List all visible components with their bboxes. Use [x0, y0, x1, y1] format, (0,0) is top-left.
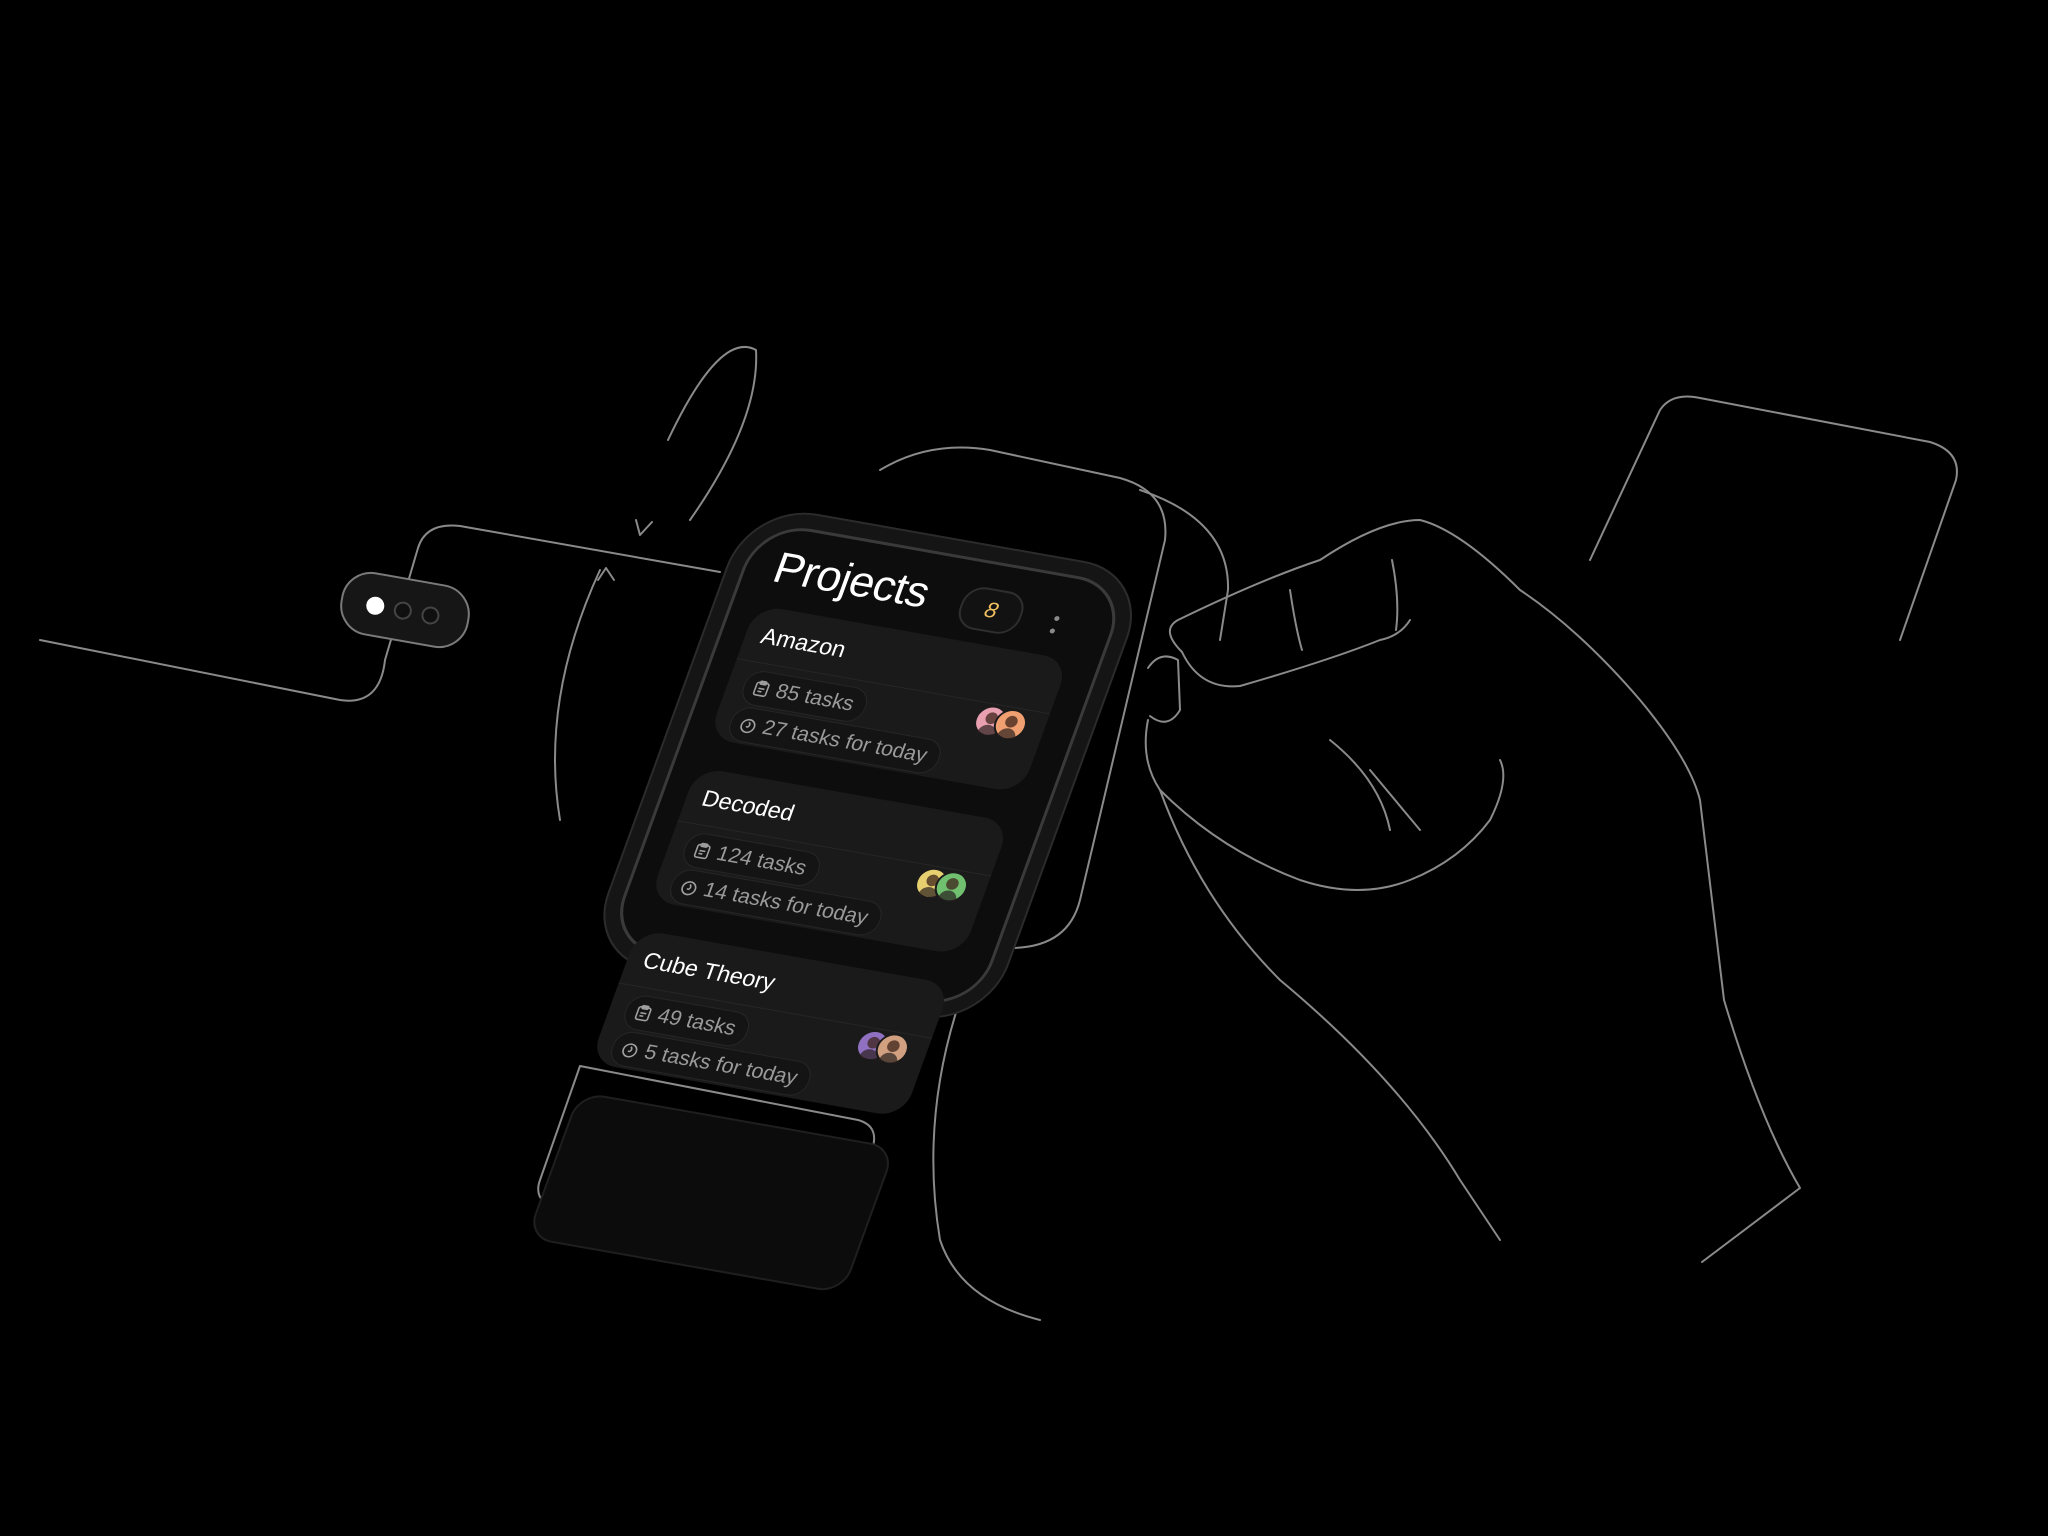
- clipboard-icon: [693, 842, 711, 860]
- project-count-badge: 8: [952, 584, 1030, 637]
- digital-crown: [1147, 655, 1181, 723]
- task-count: 49 tasks: [654, 1004, 740, 1040]
- timer-flame-icon: [740, 718, 756, 734]
- task-count: 85 tasks: [772, 679, 858, 716]
- page-dot[interactable]: [392, 600, 414, 622]
- clipboard-icon: [634, 1004, 652, 1022]
- page-title: Projects: [766, 543, 937, 618]
- hand-palm: [1159, 789, 1501, 1241]
- timer-flame-icon: [622, 1043, 638, 1058]
- right-panel-outline: [1589, 395, 1958, 641]
- rotate-arrow-arc: [667, 345, 758, 521]
- strap-lower-right: [932, 999, 1041, 1321]
- rotate-arrow-arc-2: [554, 569, 601, 821]
- today-count: 5 tasks for today: [641, 1040, 801, 1090]
- rotate-arrow-head: [635, 519, 653, 536]
- project-name: Decoded: [698, 784, 799, 826]
- more-vertical-icon[interactable]: [1046, 615, 1063, 642]
- hand-fingers: [1144, 719, 1505, 891]
- project-name: Amazon: [757, 622, 850, 663]
- hand-thumb: [1169, 519, 1801, 1263]
- project-name: Cube Theory: [639, 947, 780, 995]
- clipboard-icon: [752, 680, 770, 697]
- hand-knuckle: [1329, 739, 1421, 831]
- hand-thumb-crease: [1289, 559, 1399, 651]
- page-dot-active[interactable]: [364, 595, 386, 617]
- timer-flame-icon: [681, 881, 697, 896]
- page-dot[interactable]: [420, 605, 441, 626]
- watch-illustration: Projects 8 Amazon 85 tasks 27 tasks for …: [0, 0, 2048, 1536]
